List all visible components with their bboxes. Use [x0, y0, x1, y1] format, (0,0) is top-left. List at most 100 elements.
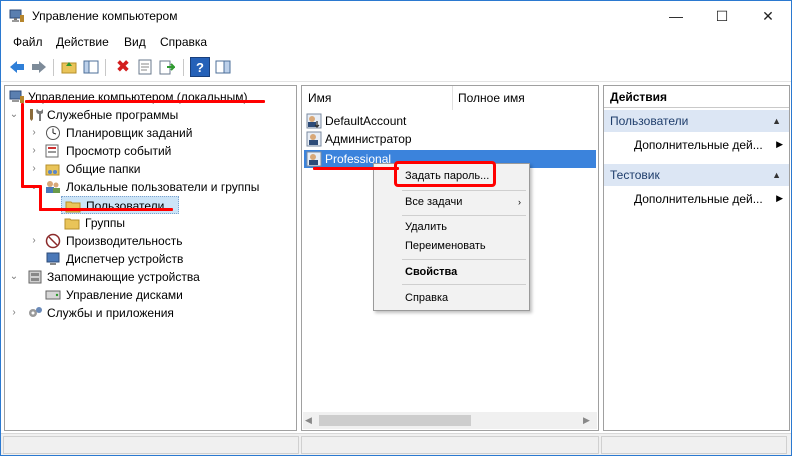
list-item[interactable]: DefaultAccount: [304, 112, 596, 130]
tree-label-disk-management: Управление дисками: [66, 288, 183, 302]
column-divider[interactable]: [452, 86, 453, 110]
menu-action[interactable]: Действие: [56, 35, 109, 49]
actions-group-testovik[interactable]: Тестовик ▲: [604, 164, 789, 186]
actions-group-users[interactable]: Пользователи ▲: [604, 110, 789, 132]
tree-label-shared-folders: Общие папки: [66, 162, 141, 176]
disk-icon: [45, 290, 61, 300]
menu-file[interactable]: Файл: [13, 35, 43, 49]
tree-label-local-users-groups: Локальные пользователи и группы: [66, 180, 260, 194]
menu-item-rename[interactable]: Переименовать: [374, 236, 529, 256]
tree-label-storage: Запоминающие устройства: [47, 270, 200, 284]
tree-item-event-viewer[interactable]: › Просмотр событий: [5, 142, 295, 160]
menu-view[interactable]: Вид: [124, 35, 146, 49]
services-icon: [29, 307, 42, 317]
tools-icon: [30, 109, 43, 121]
annotation-underline: [39, 208, 173, 211]
collapse-up-icon[interactable]: ▲: [772, 110, 781, 132]
properties-icon[interactable]: [135, 57, 155, 77]
chevron-right-icon[interactable]: ›: [29, 124, 39, 142]
status-bar: [1, 433, 791, 455]
tree-item-shared-folders[interactable]: › Общие папки: [5, 160, 295, 178]
chevron-down-icon[interactable]: ⌄: [9, 106, 19, 124]
user-icon: [306, 151, 322, 167]
list-item[interactable]: Администратор: [304, 130, 596, 148]
storage-icon: [28, 270, 42, 284]
menu-item-delete[interactable]: Удалить: [374, 217, 529, 237]
toolbar: ✖ ?: [1, 54, 791, 82]
user-name: Администратор: [325, 132, 412, 146]
minimize-button[interactable]: —: [653, 1, 699, 31]
tree-item-disk-management[interactable]: Управление дисками: [5, 286, 295, 304]
submenu-arrow-icon[interactable]: ▶: [776, 139, 783, 150]
window-title: Управление компьютером: [32, 9, 178, 23]
user-name: DefaultAccount: [325, 114, 407, 128]
annotation-line: [21, 185, 41, 188]
tree-item-system-tools[interactable]: ⌄ Служебные программы: [5, 106, 295, 124]
shared-folder-icon: [45, 164, 60, 176]
export-list-icon[interactable]: [157, 57, 177, 77]
chevron-right-icon[interactable]: ›: [29, 142, 39, 160]
show-action-pane-icon[interactable]: [213, 57, 233, 77]
status-cell: [601, 436, 787, 454]
computer-management-icon: [9, 9, 24, 22]
submenu-arrow-icon[interactable]: ▶: [776, 193, 783, 204]
tree-label-device-manager: Диспетчер устройств: [66, 252, 184, 266]
column-header-name[interactable]: Имя: [308, 86, 331, 110]
tree-item-storage[interactable]: ⌄ Запоминающие устройства: [5, 268, 295, 286]
console-tree: Управление компьютером (локальным) ⌄ Слу…: [4, 85, 297, 431]
status-cell: [3, 436, 299, 454]
scroll-left-icon[interactable]: ◀: [305, 412, 317, 429]
actions-pane: Действия Пользователи ▲ Дополнительные д…: [603, 85, 790, 431]
delete-icon[interactable]: ✖: [113, 57, 133, 77]
maximize-button[interactable]: ☐: [699, 1, 745, 31]
menu-item-all-tasks[interactable]: Все задачи ›: [374, 192, 529, 212]
menu-separator: [402, 190, 526, 191]
column-header-fullname[interactable]: Полное имя: [458, 86, 525, 110]
annotation-underline: [313, 167, 399, 170]
show-hide-tree-icon[interactable]: [81, 57, 101, 77]
tree-item-groups[interactable]: Группы: [5, 214, 295, 232]
tree-item-local-users-groups[interactable]: ⌄ Локальные пользователи и группы: [5, 178, 295, 196]
actions-group-label: Тестовик: [610, 168, 660, 182]
chevron-right-icon[interactable]: ›: [9, 304, 19, 322]
users-group-icon: [46, 181, 60, 193]
tree-item-performance[interactable]: › Производительность: [5, 232, 295, 250]
performance-icon: [45, 233, 61, 249]
tree-label-performance: Производительность: [66, 234, 183, 248]
tree-label-task-scheduler: Планировщик заданий: [66, 126, 193, 140]
scrollbar-thumb[interactable]: [319, 415, 471, 426]
scroll-right-icon[interactable]: ▶: [583, 412, 595, 429]
up-folder-icon[interactable]: [59, 57, 79, 77]
more-actions-label: Дополнительные дей...: [634, 138, 763, 152]
chevron-right-icon[interactable]: ›: [29, 160, 39, 178]
tree-item-users[interactable]: Пользователи: [61, 196, 179, 214]
actions-title: Действия: [604, 86, 789, 108]
tree-item-root[interactable]: Управление компьютером (локальным): [5, 88, 295, 106]
annotation-underline: [25, 100, 265, 103]
collapse-up-icon[interactable]: ▲: [772, 164, 781, 186]
chevron-right-icon[interactable]: ›: [29, 232, 39, 250]
tree-label-system-tools: Служебные программы: [47, 108, 179, 122]
title-bar: Управление компьютером — ☐ ✕: [1, 1, 791, 31]
tree-label-services-apps: Службы и приложения: [47, 306, 174, 320]
more-actions-link[interactable]: Дополнительные дей...: [634, 138, 774, 152]
horizontal-scrollbar[interactable]: ◀ ▶: [303, 412, 597, 429]
more-actions-link[interactable]: Дополнительные дей...: [634, 192, 774, 206]
help-icon[interactable]: ?: [190, 57, 210, 77]
user-icon: [306, 131, 322, 147]
close-button[interactable]: ✕: [745, 1, 791, 31]
actions-group-label: Пользователи: [610, 114, 689, 128]
tree-item-task-scheduler[interactable]: › Планировщик заданий: [5, 124, 295, 142]
chevron-down-icon[interactable]: ⌄: [9, 268, 19, 286]
menu-item-help[interactable]: Справка: [374, 288, 529, 308]
back-arrow-icon[interactable]: [7, 57, 27, 77]
menu-item-label: Все задачи: [405, 196, 463, 208]
tree-item-device-manager[interactable]: Диспетчер устройств: [5, 250, 295, 268]
event-viewer-icon: [45, 144, 59, 158]
menu-bar: Файл Действие Вид Справка: [1, 31, 791, 53]
tree-item-services-apps[interactable]: › Службы и приложения: [5, 304, 295, 322]
menu-help[interactable]: Справка: [160, 35, 207, 49]
forward-arrow-icon[interactable]: [29, 57, 49, 77]
user-icon: [306, 113, 322, 129]
menu-item-properties[interactable]: Свойства: [374, 262, 529, 282]
